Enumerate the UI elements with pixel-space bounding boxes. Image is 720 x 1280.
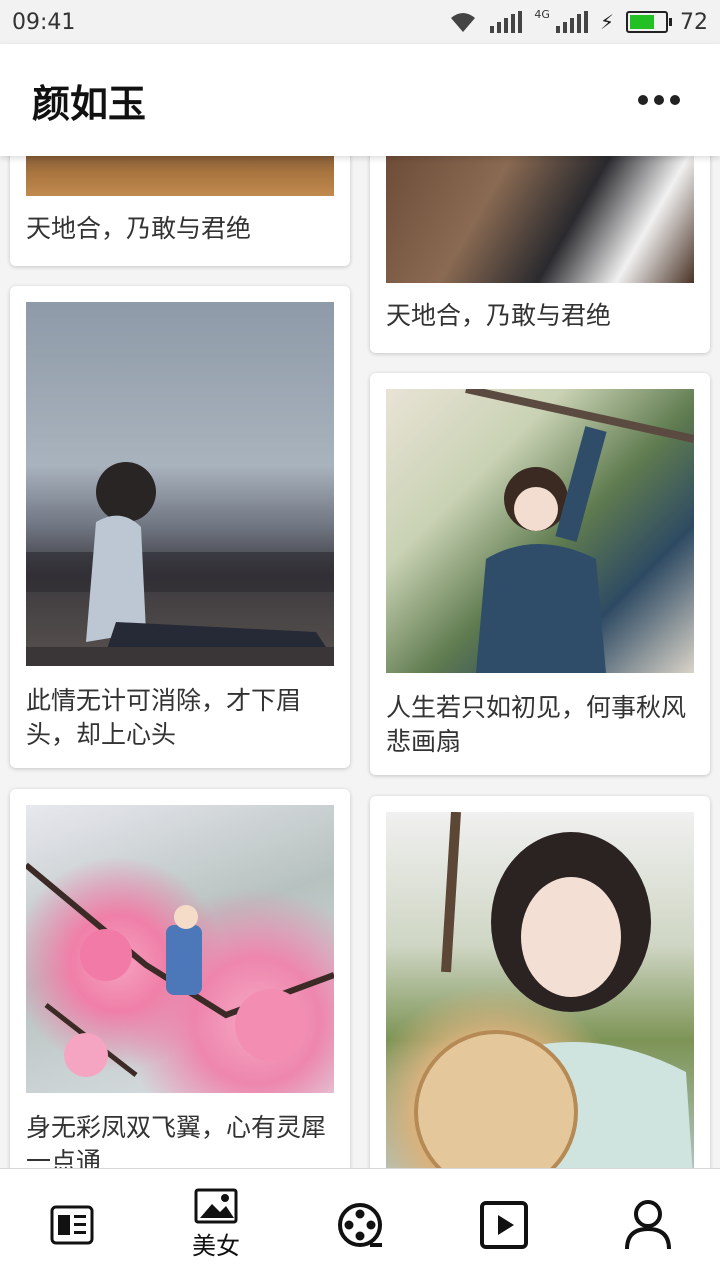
fan-figure: [414, 812, 693, 1168]
card-caption: 天地合，乃敢与君绝: [386, 301, 612, 330]
card-caption: 天地合，乃敢与君绝: [26, 214, 252, 243]
feed-card[interactable]: 身无彩凤双飞翼，心有灵犀一点通: [10, 789, 350, 1168]
card-image: [386, 156, 694, 283]
tab-news[interactable]: [12, 1169, 132, 1280]
card-caption: 身无彩凤双飞翼，心有灵犀一点通: [26, 1113, 327, 1168]
feed-card[interactable]: [370, 796, 710, 1168]
tab-film[interactable]: [300, 1169, 420, 1280]
user-icon: [625, 1199, 671, 1249]
play-icon: [480, 1200, 528, 1249]
signal-icon-2: [555, 11, 588, 33]
battery-fill: [630, 15, 655, 29]
status-time: 09:41: [12, 9, 76, 35]
tab-beauty[interactable]: 美女: [156, 1169, 276, 1280]
feed-card[interactable]: 天地合，乃敢与君绝: [370, 156, 710, 353]
picture-icon: [194, 1188, 238, 1224]
status-icons: 4G ⚡ 72: [448, 7, 708, 35]
blossom-branch: [26, 862, 334, 1077]
feed-card[interactable]: 此情无计可消除，才下眉头，却上心头: [10, 286, 350, 768]
signal-icon: [490, 11, 523, 33]
tab-profile[interactable]: [588, 1169, 708, 1280]
tab-label: 美女: [192, 1232, 240, 1260]
status-bar: 09:41 4G ⚡ 72: [0, 0, 720, 44]
charging-icon: ⚡: [599, 10, 614, 34]
card-image: [386, 389, 694, 673]
app-header: 颜如玉: [0, 44, 720, 156]
feed-card[interactable]: 天地合，乃敢与君绝: [10, 156, 350, 266]
more-options-icon[interactable]: [634, 85, 684, 115]
tab-video[interactable]: [444, 1169, 564, 1280]
wifi-icon: [451, 13, 476, 32]
card-caption: 此情无计可消除，才下眉头，却上心头: [26, 686, 302, 749]
network-type-label: 4G: [534, 7, 550, 21]
battery-level: 72: [680, 9, 708, 35]
card-image: [26, 805, 334, 1093]
card-image: [26, 156, 334, 196]
battery-icon: [626, 11, 672, 33]
image-feed[interactable]: 天地合，乃敢与君绝 此情无计可消除，才下眉头，却上心头 身无彩凤双飞翼，心有灵犀…: [0, 156, 720, 1168]
card-image: [386, 812, 694, 1168]
film-reel-icon: [338, 1202, 382, 1247]
card-caption: 人生若只如初见，何事秋风悲画扇: [386, 693, 687, 756]
page-title: 颜如玉: [32, 81, 147, 126]
news-icon: [50, 1205, 94, 1244]
denim-figure: [465, 389, 694, 673]
bottom-tab-bar: 美女: [0, 1168, 720, 1280]
card-image: [26, 302, 334, 666]
city-silhouette: [26, 462, 334, 666]
feed-card[interactable]: 人生若只如初见，何事秋风悲画扇: [370, 373, 710, 775]
